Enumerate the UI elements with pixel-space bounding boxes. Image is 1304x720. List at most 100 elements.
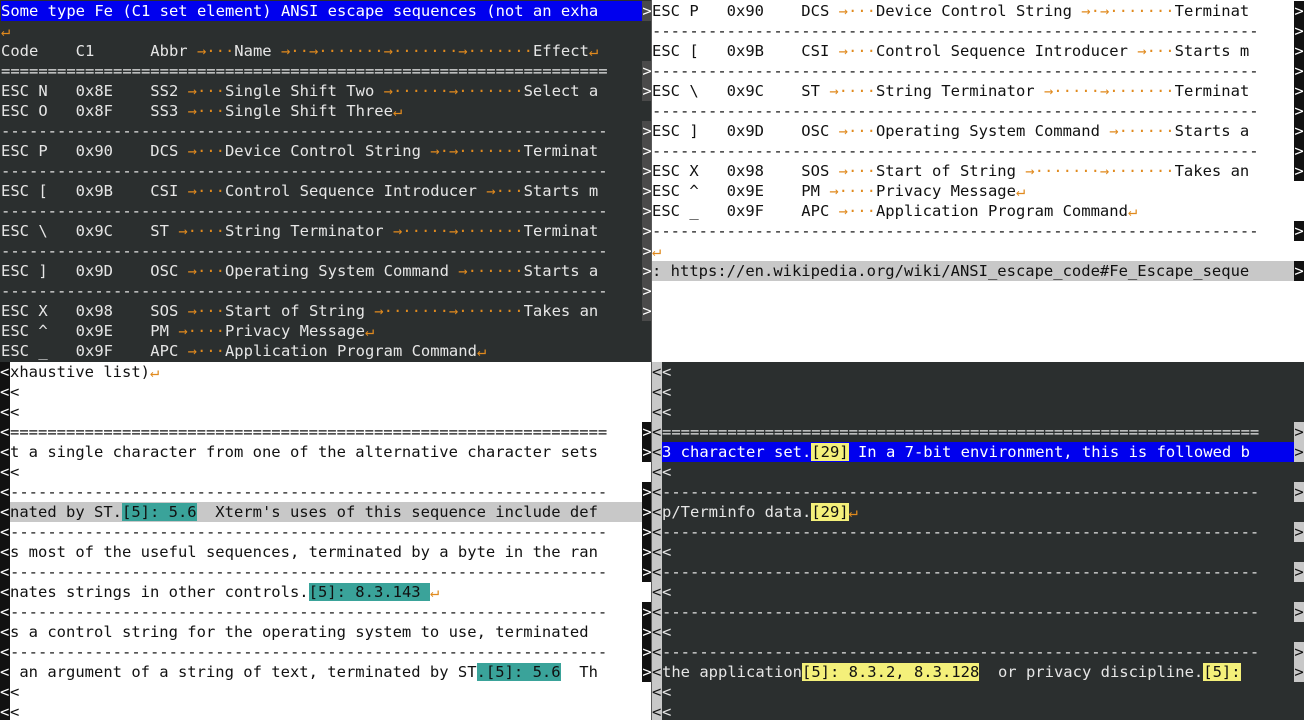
scroll-left-marker: <	[0, 482, 10, 502]
line-text: : https://en.wikipedia.org/wiki/ANSI_esc…	[652, 262, 1250, 280]
line-text: nates strings in other controls.	[10, 583, 309, 601]
pane-bottom-left[interactable]: <xhaustive list)↵ << << <==================…	[0, 362, 652, 720]
scroll-right-marker: >	[1294, 642, 1304, 662]
scroll-left-marker: <	[652, 602, 662, 622]
line-text-rest: In a 7-bit environment, this is followed…	[848, 443, 1250, 461]
scroll-left-marker: <	[0, 682, 10, 702]
scroll-left-marker: <	[0, 382, 10, 402]
footnote-reference[interactable]: [5]: 5.6	[121, 503, 197, 521]
scroll-left-marker: <	[0, 542, 10, 562]
footnote-reference[interactable]: [5]: 8.3.143	[308, 583, 430, 601]
text-line: <the application[5]: 8.3.2, 8.3.128 or p…	[652, 662, 1304, 682]
scroll-left-marker: <	[652, 562, 662, 582]
scroll-left-marker: <	[0, 402, 10, 422]
footnote-reference[interactable]: [29]	[811, 443, 849, 461]
line-text: ----------------------------------------…	[652, 142, 1259, 160]
scroll-left-marker: <	[0, 502, 10, 522]
scroll-left-marker: <	[0, 622, 10, 642]
text-line: <---------------------------------------…	[652, 522, 1304, 542]
scroll-left-marker: <	[652, 622, 662, 642]
text-line: ----------------------------------------…	[1, 161, 652, 181]
scroll-right-marker: >	[1294, 602, 1304, 622]
line-text: 3 character set.	[662, 443, 812, 461]
text-line: <<	[652, 702, 672, 720]
line-text: ESC [ 0x9B CSI →···Control Sequence Intr…	[1, 182, 599, 200]
line-text: ----------------------------------------…	[10, 563, 608, 581]
text-line: ----------------------------------------…	[652, 141, 1304, 161]
footnote-reference[interactable]: [29]	[811, 503, 849, 521]
text-line: ESC X 0x98 SOS →···Start of String →····…	[1, 301, 652, 321]
text-line: ESC P 0x90 DCS →···Device Control String…	[1, 141, 652, 161]
text-line: ----------------------------------------…	[1, 201, 652, 221]
scroll-left-marker: <	[652, 522, 662, 542]
text-line: ----------------------------------------…	[1, 281, 652, 301]
newline-marker: ↵	[149, 363, 160, 381]
line-text: ESC ^ 0x9E PM →····Privacy Message	[1, 322, 365, 340]
text-line: <<	[652, 682, 672, 702]
newline-marker: ↵	[392, 102, 403, 120]
text-line: ESC _ 0x9F APC →···Application Program C…	[652, 201, 1304, 221]
scroll-right-marker: >	[1294, 61, 1304, 81]
scroll-left-marker: <	[0, 562, 10, 582]
pane-top-left[interactable]: Some type Fe (C1 set element) ANSI escap…	[0, 0, 652, 363]
text-line: ↵	[652, 241, 1304, 261]
text-line: ----------------------------------------…	[652, 101, 1304, 121]
newline-marker: ↵	[364, 322, 375, 340]
line-text: ----------------------------------------…	[652, 222, 1259, 240]
line-text: t a single character from one of the alt…	[10, 443, 598, 461]
text-line: <---------------------------------------…	[0, 602, 652, 622]
text-line: <---------------------------------------…	[652, 642, 1304, 662]
scroll-left-marker: <	[652, 682, 662, 702]
line-text: ESC _ 0x9F APC →···Application Program C…	[652, 202, 1128, 220]
scroll-left-marker: <	[652, 382, 662, 402]
pane-bottom-right[interactable]: << << << <=================================…	[652, 362, 1304, 720]
scroll-left-marker: <	[652, 582, 662, 602]
text-line: <<	[0, 462, 20, 482]
line-text: ESC X 0x98 SOS →···Start of String →····…	[1, 302, 599, 320]
scroll-left-marker: <	[652, 422, 662, 442]
text-line: <<	[652, 622, 672, 642]
scroll-right-marker: >	[1294, 81, 1304, 101]
scroll-right-marker: >	[1294, 422, 1304, 442]
text-line: <<	[0, 682, 20, 702]
text-line: : https://en.wikipedia.org/wiki/ANSI_esc…	[652, 261, 1304, 281]
text-line: ESC [ 0x9B CSI →···Control Sequence Intr…	[1, 181, 652, 201]
text-line: ----------------------------------------…	[1, 241, 652, 261]
footnote-reference[interactable]: [5]:	[1203, 663, 1241, 681]
text-line: ESC X 0x98 SOS →···Start of String →····…	[652, 161, 1304, 181]
text-line: <---------------------------------------…	[0, 482, 652, 502]
text-line: Some type Fe (C1 set element) ANSI escap…	[1, 1, 652, 21]
text-line: <s most of the useful sequences, termina…	[0, 542, 652, 562]
text-line: ESC P 0x90 DCS →···Device Control String…	[652, 1, 1304, 21]
line-text: ESC N 0x8E SS2 →···Single Shift Two →···…	[1, 82, 599, 100]
scroll-left-marker: <	[652, 502, 662, 522]
scroll-right-marker: >	[1294, 522, 1304, 542]
line-text: Code C1 Abbr →···Name →··→·······→······…	[1, 42, 589, 60]
scroll-left-marker: <	[652, 662, 662, 682]
text-line: <---------------------------------------…	[652, 562, 1304, 582]
scroll-left-marker: <	[0, 662, 10, 682]
line-text-rest: Xterm's uses of this sequence include de…	[196, 503, 598, 521]
text-line: <3 character set.[29] In a 7-bit environ…	[652, 442, 1304, 462]
scroll-right-marker: >	[1294, 662, 1304, 682]
scroll-left-marker: <	[652, 542, 662, 562]
line-text: ----------------------------------------…	[10, 643, 608, 661]
scroll-right-marker: >	[1294, 221, 1304, 241]
line-text: ESC ^ 0x9E PM →····Privacy Message	[652, 182, 1016, 200]
text-line: ----------------------------------------…	[652, 21, 1304, 41]
text-line: ESC _ 0x9F APC →···Application Program C…	[1, 341, 652, 361]
text-line: <---------------------------------------…	[652, 482, 1304, 502]
line-text-rest: Th	[560, 663, 598, 681]
scroll-right-marker: >	[1294, 161, 1304, 181]
newline-marker: ↵	[476, 342, 487, 360]
pane-top-right[interactable]: ESC P 0x90 DCS →···Device Control String…	[652, 0, 1304, 362]
line-text: ESC [ 0x9B CSI →···Control Sequence Intr…	[652, 42, 1250, 60]
footnote-reference[interactable]: .[5]: 5.6	[476, 663, 561, 681]
footnote-reference[interactable]: [5]: 8.3.2, 8.3.128	[801, 663, 980, 681]
line-text: ========================================…	[662, 423, 1260, 441]
text-line: <<	[652, 362, 672, 382]
text-line: ESC O 0x8F SS3 →···Single Shift Three↵	[1, 101, 652, 121]
scroll-left-marker: <	[652, 702, 662, 720]
line-text: ESC O 0x8F SS3 →···Single Shift Three	[1, 102, 393, 120]
scroll-left-marker: <	[0, 642, 10, 662]
